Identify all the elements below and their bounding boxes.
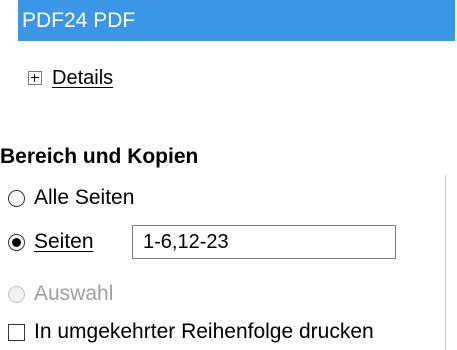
radio-all-pages-label: Alle Seiten	[34, 186, 135, 209]
radio-icon[interactable]	[8, 189, 25, 207]
details-expander[interactable]: Details	[28, 65, 113, 91]
radio-pages[interactable]: Seiten	[8, 228, 94, 256]
radio-checked-icon[interactable]	[8, 233, 25, 251]
section-title: Bereich und Kopien	[0, 145, 199, 168]
details-label: Details	[52, 66, 114, 89]
radio-all-pages[interactable]: Alle Seiten	[8, 184, 134, 212]
radio-selection: Auswahl	[8, 280, 113, 308]
expand-plus-icon[interactable]	[28, 71, 42, 85]
page-range-input[interactable]	[132, 225, 396, 259]
checkbox-icon[interactable]	[8, 323, 25, 341]
printer-name: PDF24 PDF	[22, 9, 136, 32]
radio-disabled-icon	[8, 285, 25, 303]
checkbox-reverse-label: In umgekehrter Reihenfolge drucken	[34, 320, 374, 343]
radio-selection-label: Auswahl	[34, 282, 114, 305]
separator-line	[445, 175, 446, 350]
checkbox-reverse-order[interactable]: In umgekehrter Reihenfolge drucken	[8, 318, 374, 346]
printer-list-selected-item[interactable]: PDF24 PDF	[18, 0, 455, 41]
radio-pages-label: Seiten	[34, 230, 94, 253]
